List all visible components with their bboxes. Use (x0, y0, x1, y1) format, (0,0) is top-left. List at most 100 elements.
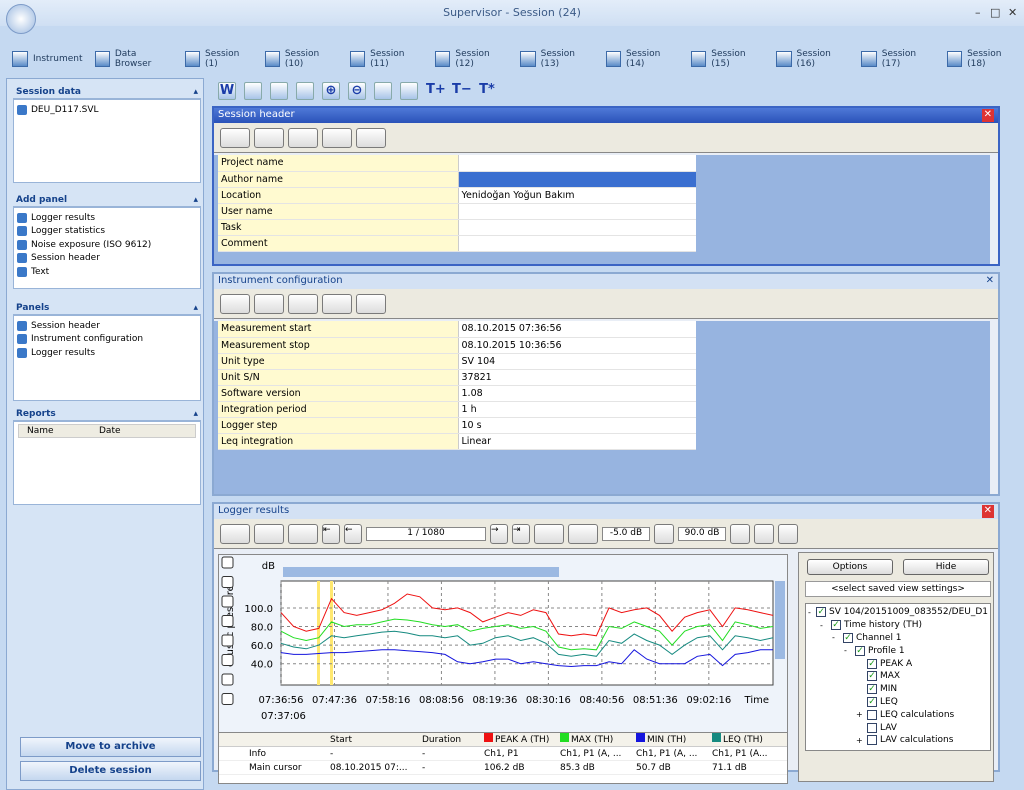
checkbox[interactable]: ✓ (816, 607, 826, 618)
export-icon[interactable] (778, 523, 798, 544)
property-value[interactable] (458, 171, 696, 188)
list-item[interactable]: Instrument configuration (17, 333, 197, 347)
column-header[interactable]: PEAK A (TH) (481, 733, 557, 746)
marker-icon[interactable] (754, 523, 774, 544)
list-item[interactable]: Text (17, 265, 197, 279)
edit-button[interactable] (288, 293, 318, 314)
scale-icon[interactable] (730, 523, 750, 544)
checkbox[interactable]: ✓ (867, 671, 877, 682)
column-header[interactable]: Name (19, 426, 99, 436)
saved-view-select[interactable]: <select saved view settings> (805, 581, 991, 597)
collapse-icon[interactable]: ▴ (193, 409, 198, 419)
tree-node[interactable]: ✓ MAX (808, 670, 988, 683)
column-header[interactable]: Date (99, 426, 121, 436)
property-value[interactable]: 1.08 (458, 385, 696, 402)
property-value[interactable] (458, 203, 696, 220)
max-db-field[interactable]: 90.0 dB (678, 526, 726, 541)
expand-icon[interactable]: + (856, 736, 864, 745)
chart-tool-icon[interactable] (221, 673, 234, 686)
column-header[interactable]: MIN (TH) (633, 733, 709, 746)
tab-session-13[interactable]: Session (13) (516, 47, 597, 71)
split-button[interactable] (534, 523, 564, 544)
edit-button[interactable] (288, 523, 318, 544)
db-icon[interactable] (374, 82, 392, 100)
zoom-out-icon[interactable]: ⊖ (348, 82, 366, 100)
property-value[interactable]: 08.10.2015 07:36:56 (458, 321, 696, 338)
close-panel-icon[interactable]: ✕ (986, 275, 994, 288)
copy-button[interactable] (356, 293, 386, 314)
txt-button[interactable] (254, 293, 284, 314)
property-value[interactable]: Yenidoğan Yoğun Bakım (458, 187, 696, 204)
chart-tool-icon[interactable] (221, 595, 234, 608)
property-value[interactable] (458, 155, 696, 172)
view-button[interactable] (220, 523, 250, 544)
next-page-button[interactable]: → (490, 523, 508, 544)
edit-button[interactable] (288, 127, 318, 148)
prev-page-button[interactable]: ← (344, 523, 362, 544)
tab-session-17[interactable]: Session (17) (857, 47, 938, 71)
tree-node[interactable]: - ✓ Time history (TH) (808, 619, 988, 632)
checkbox[interactable]: ✓ (867, 658, 877, 669)
property-value[interactable]: SV 104 (458, 353, 696, 370)
text-plus-icon[interactable]: T+ (426, 82, 446, 100)
page-field[interactable]: 1 / 1080 (366, 526, 486, 541)
zoom-in-icon[interactable]: ⊕ (322, 82, 340, 100)
hide-button[interactable]: Hide (903, 559, 989, 575)
autoscale-icon[interactable] (654, 523, 674, 544)
maximize-button[interactable]: □ (990, 6, 1000, 19)
property-value[interactable]: Linear (458, 433, 696, 450)
tree-node[interactable]: ✓ LEQ (808, 696, 988, 709)
expand-icon[interactable]: + (856, 710, 864, 719)
list-item[interactable]: Noise exposure (ISO 9612) (17, 238, 197, 252)
lin-icon[interactable] (400, 82, 418, 100)
tree-node[interactable]: ✓ MIN (808, 683, 988, 696)
overview-scrollbar[interactable] (283, 567, 559, 577)
close-button[interactable]: ✕ (1008, 6, 1017, 19)
tab-data-browser[interactable]: Data Browser (91, 47, 177, 71)
word-export-icon[interactable]: W (218, 82, 236, 100)
list-item[interactable]: Logger results (17, 211, 197, 225)
tree-node[interactable]: + LEQ calculations (808, 708, 988, 721)
plot-area[interactable] (280, 580, 774, 686)
split-button[interactable] (322, 293, 352, 314)
property-value[interactable] (458, 235, 696, 252)
chart-tool-icon[interactable] (221, 576, 234, 588)
table-row[interactable]: Info - - Ch1, P1 Ch1, P1 (A, ... Ch1, P1 (A, … (219, 747, 787, 761)
checkbox[interactable] (867, 709, 877, 720)
chart-tool-icon[interactable] (221, 556, 234, 569)
column-header[interactable]: Duration (419, 733, 481, 746)
checkbox[interactable]: ✓ (843, 632, 853, 643)
last-page-button[interactable]: ⇥ (512, 523, 530, 544)
view-button[interactable] (220, 293, 250, 314)
tree-node[interactable]: - ✓ Profile 1 (808, 644, 988, 657)
delete-session-button[interactable]: Delete session (20, 761, 201, 781)
settings-icon[interactable] (270, 82, 288, 100)
checkbox[interactable]: ✓ (855, 645, 865, 656)
list-item[interactable]: DEU_D117.SVL (17, 103, 197, 117)
tab-session-11[interactable]: Session (11) (346, 47, 427, 71)
list-item[interactable]: Logger results (17, 346, 197, 360)
list-item[interactable]: Session header (17, 252, 197, 266)
property-value[interactable]: 08.10.2015 10:36:56 (458, 337, 696, 354)
first-page-button[interactable]: ⇤ (322, 523, 340, 544)
list-item[interactable]: Session header (17, 319, 197, 333)
text-minus-icon[interactable]: T− (452, 82, 472, 100)
collapse-icon[interactable]: ▴ (193, 303, 198, 313)
cursor-line[interactable] (330, 581, 333, 685)
tab-session-10[interactable]: Session (10) (261, 47, 342, 71)
cursor-line[interactable] (317, 581, 320, 685)
collapse-icon[interactable]: ▴ (193, 195, 198, 205)
tab-session-12[interactable]: Session (12) (431, 47, 512, 71)
tab-session-14[interactable]: Session (14) (602, 47, 683, 71)
property-value[interactable] (458, 219, 696, 236)
chart-tool-icon[interactable] (221, 693, 234, 705)
checkbox[interactable]: ✓ (867, 696, 877, 707)
checkbox[interactable] (867, 722, 877, 733)
column-header[interactable]: Start (327, 733, 419, 746)
tab-session-1[interactable]: Session (1) (181, 47, 257, 71)
checkbox[interactable] (867, 735, 877, 746)
txt-button[interactable] (254, 127, 284, 148)
property-value[interactable]: 37821 (458, 369, 696, 386)
layout-icon[interactable] (296, 82, 314, 100)
copy-button[interactable] (356, 127, 386, 148)
